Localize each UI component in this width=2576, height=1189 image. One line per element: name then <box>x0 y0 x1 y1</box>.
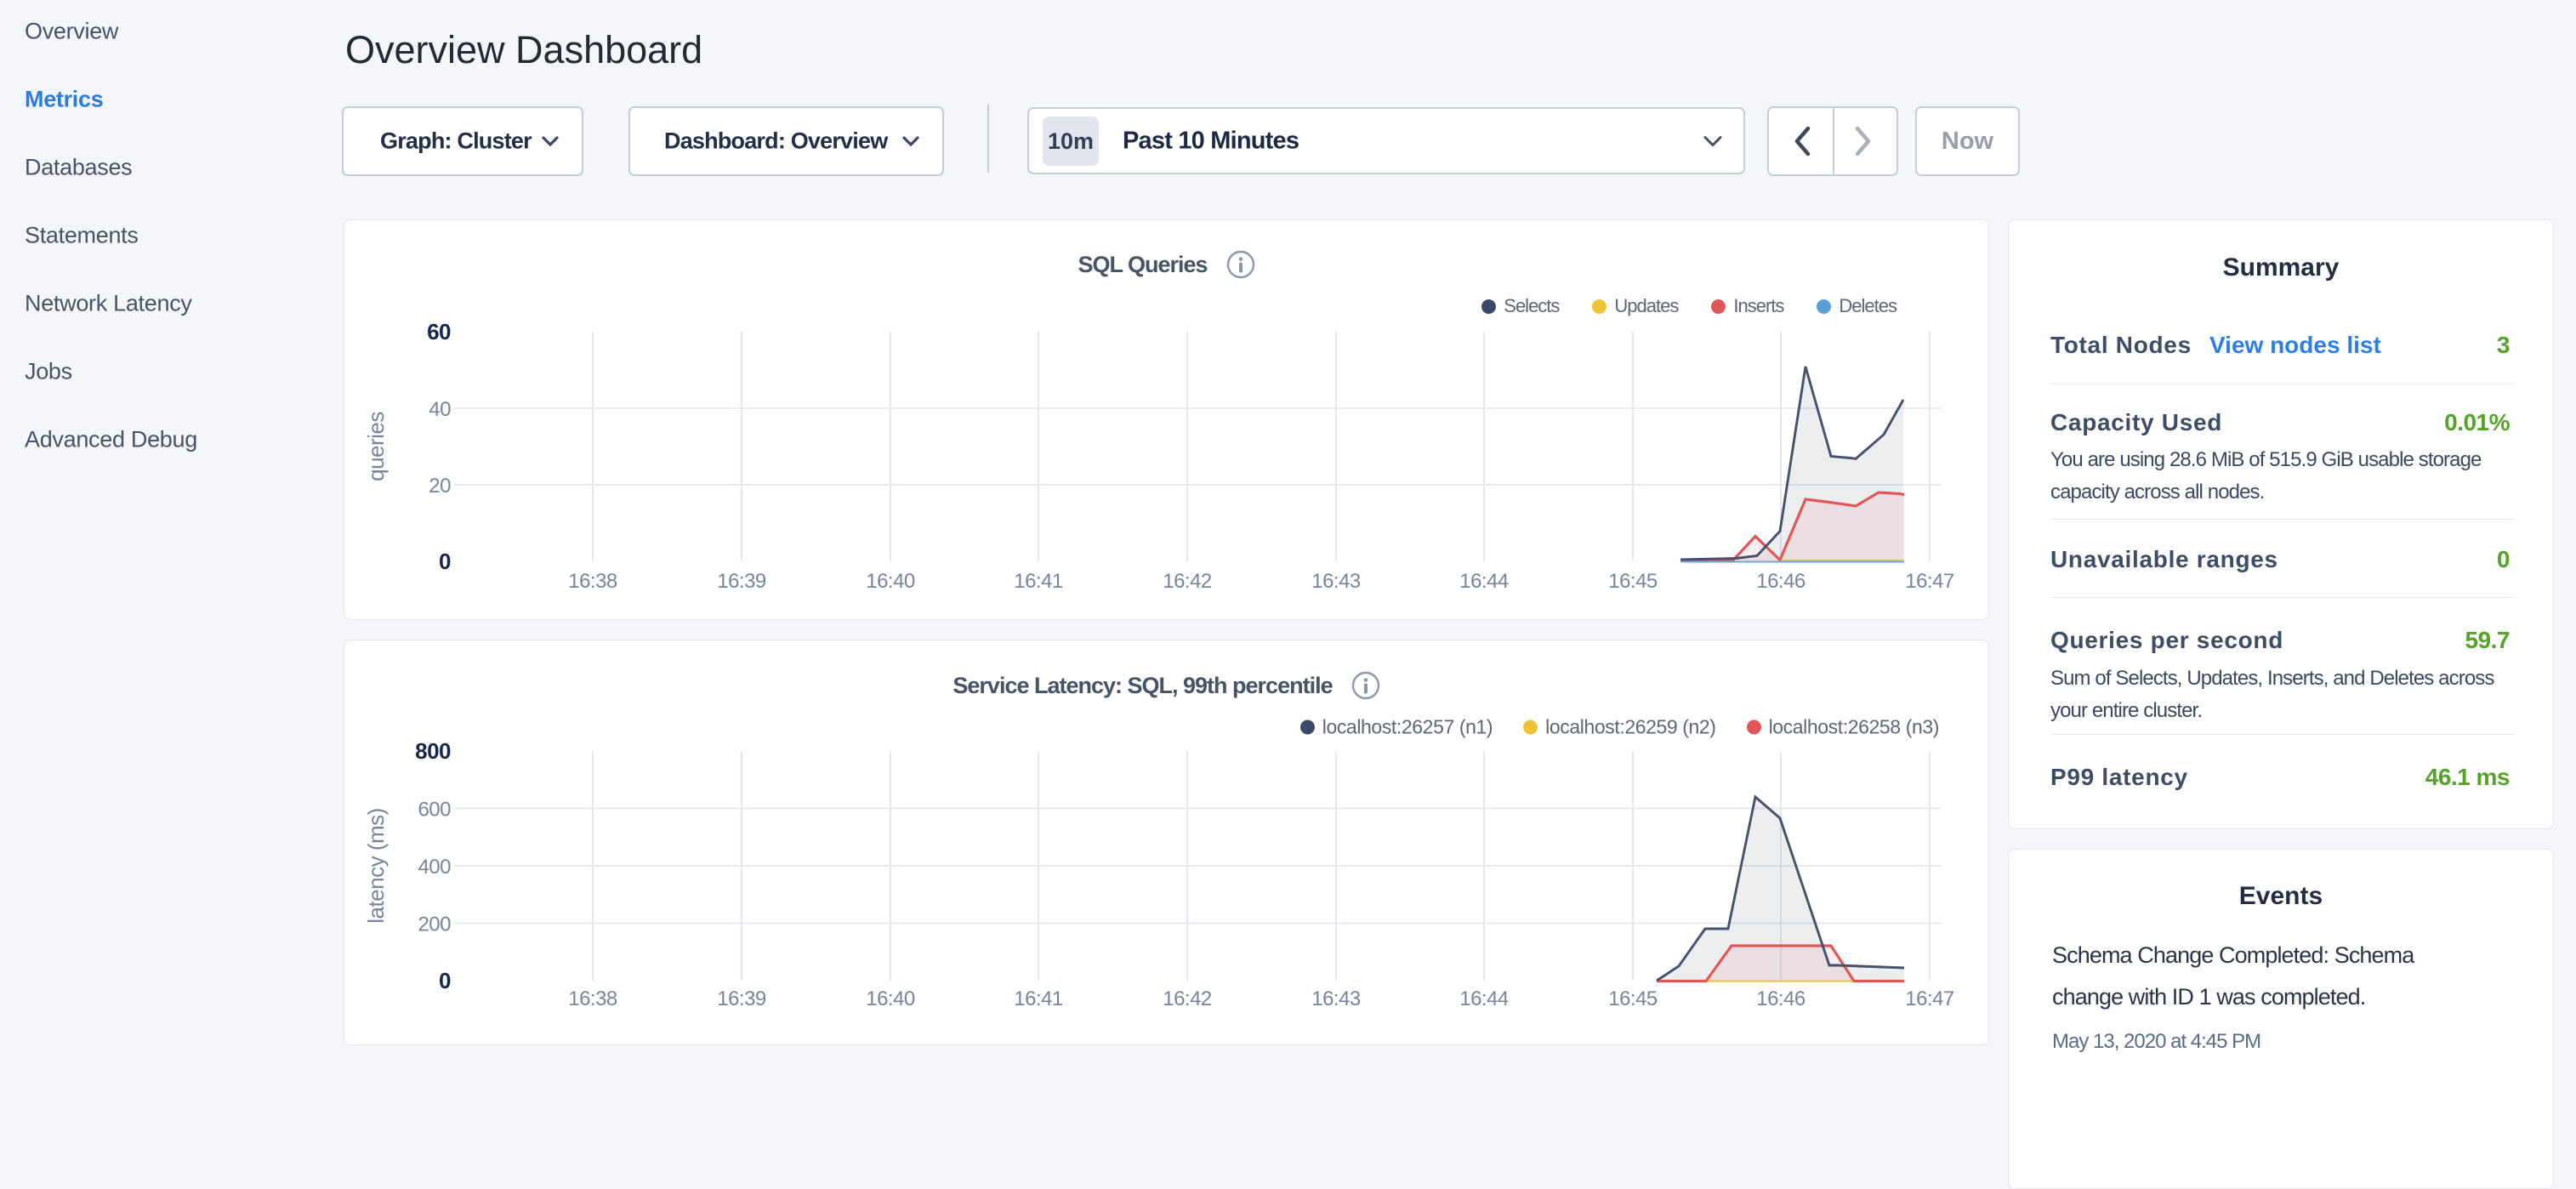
svg-text:16:45: 16:45 <box>1608 987 1658 1010</box>
svg-text:16:41: 16:41 <box>1014 987 1063 1010</box>
svg-text:16:46: 16:46 <box>1756 570 1805 593</box>
svg-text:60: 60 <box>427 319 451 344</box>
svg-text:16:41: 16:41 <box>1014 570 1063 593</box>
svg-text:16:39: 16:39 <box>717 570 766 593</box>
svg-text:16:39: 16:39 <box>717 987 766 1010</box>
svg-text:16:38: 16:38 <box>568 570 617 593</box>
svg-text:0: 0 <box>439 549 451 574</box>
svg-text:16:42: 16:42 <box>1163 987 1212 1010</box>
svg-text:16:46: 16:46 <box>1756 987 1805 1010</box>
svg-text:16:38: 16:38 <box>568 987 617 1010</box>
svg-text:16:43: 16:43 <box>1311 987 1361 1010</box>
svg-text:16:45: 16:45 <box>1608 570 1658 593</box>
svg-text:16:47: 16:47 <box>1905 987 1954 1010</box>
svg-text:40: 40 <box>429 398 451 421</box>
svg-text:200: 200 <box>418 913 451 936</box>
svg-text:queries: queries <box>363 412 389 481</box>
svg-text:800: 800 <box>415 738 451 764</box>
svg-text:16:44: 16:44 <box>1459 570 1509 593</box>
svg-text:16:40: 16:40 <box>866 987 915 1010</box>
svg-text:20: 20 <box>429 475 451 498</box>
svg-text:600: 600 <box>418 799 451 822</box>
svg-text:latency (ms): latency (ms) <box>363 808 389 924</box>
svg-text:16:44: 16:44 <box>1459 987 1509 1010</box>
svg-text:16:47: 16:47 <box>1905 570 1954 593</box>
svg-text:16:40: 16:40 <box>866 570 915 593</box>
svg-text:400: 400 <box>418 856 451 879</box>
svg-text:16:43: 16:43 <box>1311 570 1361 593</box>
svg-text:0: 0 <box>439 968 451 993</box>
svg-text:16:42: 16:42 <box>1163 570 1212 593</box>
